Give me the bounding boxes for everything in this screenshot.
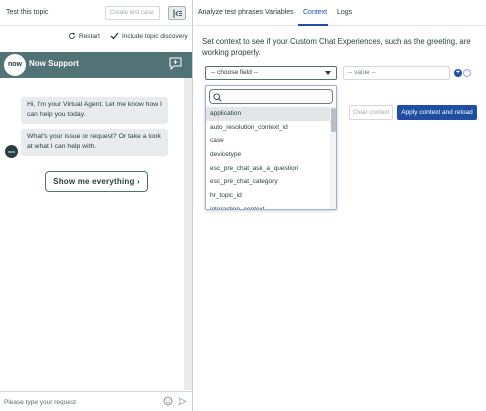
dropdown-option[interactable]: devicetype [206, 148, 330, 162]
create-test-case-input[interactable]: Create test case [105, 6, 160, 20]
add-context-icon[interactable]: + [454, 69, 462, 77]
refresh-icon [69, 32, 76, 39]
dropdown-option[interactable]: application [206, 107, 330, 121]
restart-label: Restart [79, 32, 100, 40]
restart-button[interactable]: Restart [68, 32, 100, 40]
now-logo: now [4, 54, 26, 76]
tab-context[interactable]: Context [303, 9, 327, 16]
dropdown-option[interactable]: interaction_context [206, 203, 330, 209]
dropdown-option[interactable]: esc_pre_chat_category [206, 175, 330, 189]
choose-field-label: -- choose field -- [211, 69, 258, 76]
tab-bar: Analyze test phrases Variables Context L… [194, 0, 486, 26]
send-icon[interactable] [178, 397, 187, 406]
chat-message-input[interactable] [4, 396, 154, 409]
apply-context-button[interactable]: Apply context and reload [397, 105, 477, 120]
active-tab-indicator [298, 24, 328, 26]
collapse-icon [173, 9, 182, 18]
agent-avatar: now [5, 145, 18, 158]
dropdown-option[interactable]: case [206, 134, 330, 148]
collapse-panel-button[interactable] [168, 6, 186, 20]
tab-variables[interactable]: Variables [265, 9, 294, 16]
emoji-icon[interactable] [163, 396, 173, 406]
dropdown-scrollbar[interactable] [330, 107, 336, 209]
panel-title: Test this topic [6, 9, 49, 16]
chat-body [0, 78, 183, 390]
chat-input-bar [0, 391, 192, 411]
choose-field-select[interactable]: -- choose field -- [205, 66, 337, 80]
chevron-down-icon [325, 71, 331, 75]
clear-context-button[interactable]: Clear context [349, 105, 393, 120]
new-chat-icon[interactable] [168, 56, 183, 71]
search-icon [213, 93, 222, 102]
field-dropdown: application auto_resolution_context_id c… [205, 85, 337, 210]
include-topic-discovery-checkbox[interactable]: Include topic discovery [110, 32, 188, 40]
chat-title: Now Support [29, 59, 79, 68]
dropdown-option[interactable]: hr_topic_id [206, 189, 330, 203]
dropdown-option[interactable]: auto_resolution_context_id [206, 121, 330, 135]
tab-logs[interactable]: Logs [337, 9, 352, 16]
context-panel: Analyze test phrases Variables Context L… [194, 0, 486, 411]
chat-header: now Now Support [0, 52, 192, 78]
context-description: Set context to see if your Custom Chat E… [202, 37, 471, 57]
test-panel-header: Test this topic Create test case [0, 0, 192, 26]
tab-analyze-test-phrases[interactable]: Analyze test phrases [198, 9, 263, 16]
test-panel: Test this topic Create test case Restart [0, 0, 193, 411]
agent-message: Hi, I'm your Virtual Agent. Let me know … [21, 97, 168, 124]
check-icon [110, 32, 119, 40]
dropdown-options: application auto_resolution_context_id c… [206, 107, 330, 209]
show-me-everything-button[interactable]: Show me everything › [45, 171, 148, 192]
dropdown-search-input[interactable] [209, 89, 333, 104]
dropdown-option[interactable]: esc_pre_chat_ask_a_question [206, 162, 330, 176]
agent-message: What's your issue or request? Or take a … [21, 129, 168, 156]
chat-scrollbar[interactable] [184, 78, 192, 390]
include-topic-label: Include topic discovery [122, 32, 188, 40]
dropdown-scroll-thumb[interactable] [331, 108, 336, 132]
remove-context-icon[interactable]: - [463, 69, 471, 77]
context-value-input[interactable]: -- value -- [343, 66, 450, 80]
test-options: Restart Include topic discovery [0, 26, 192, 46]
